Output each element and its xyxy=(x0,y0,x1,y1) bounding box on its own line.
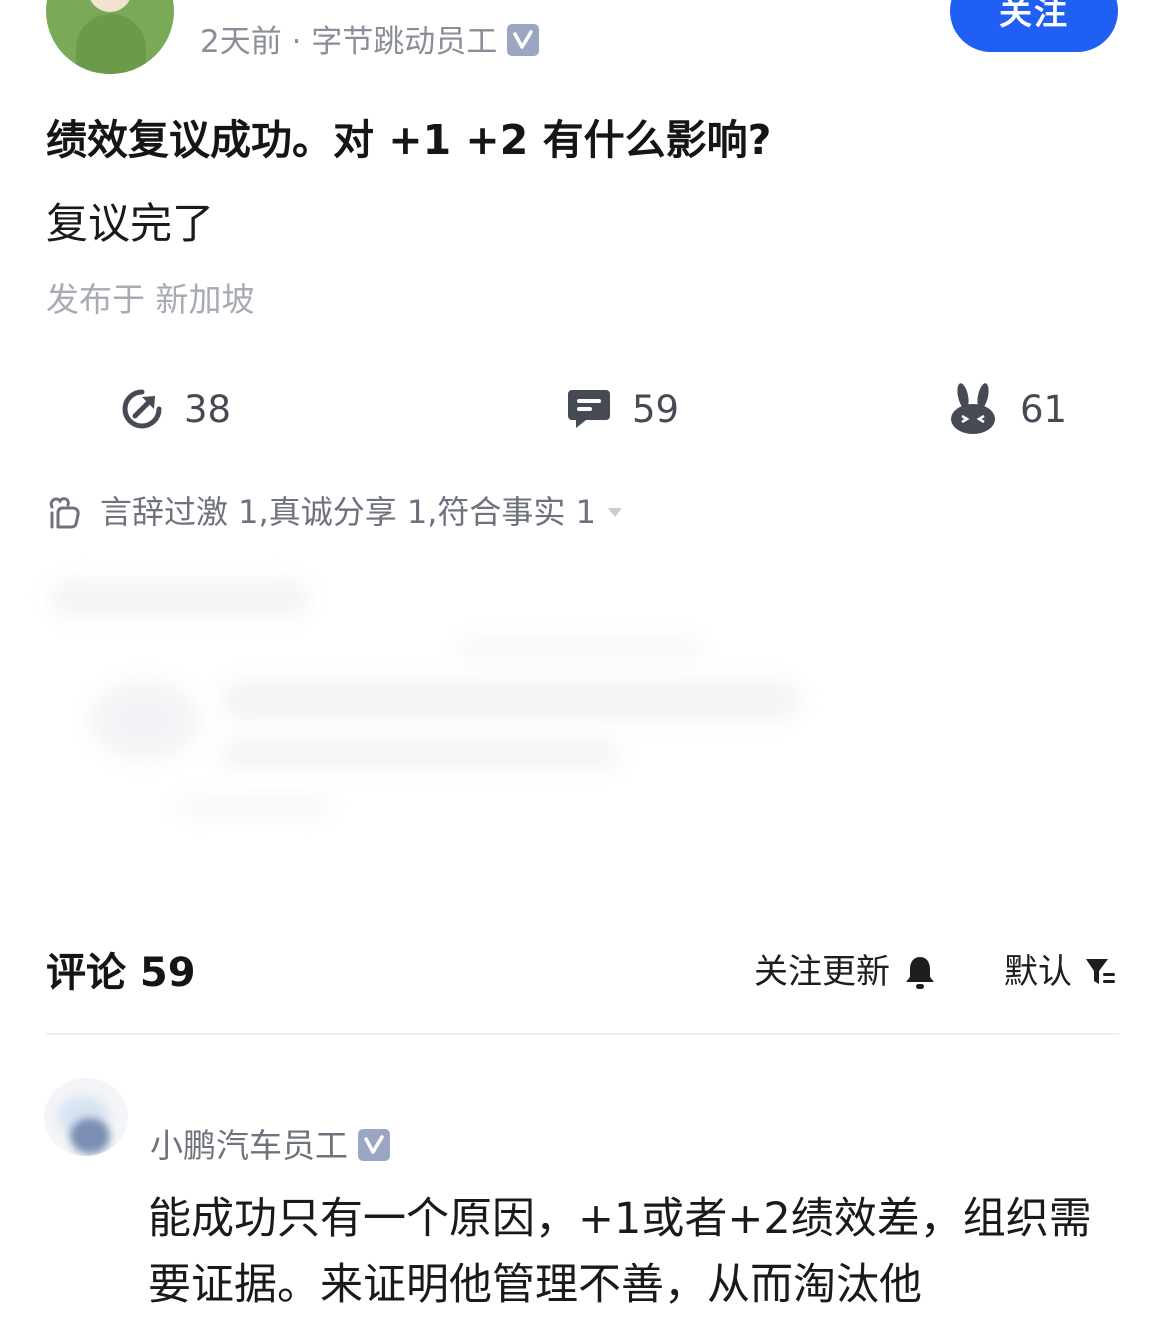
comment-count: 59 xyxy=(632,387,680,431)
reactions-summary[interactable]: 言辞过激 1,真诚分享 1,符合事实 1 xyxy=(46,492,640,532)
avatar-face xyxy=(88,0,132,12)
reactions-text: 言辞过激 1,真诚分享 1,符合事实 1 xyxy=(100,493,596,531)
post-location: 发布于 新加坡 xyxy=(46,280,255,319)
author-meta: 2天前 · 字节跳动员工 xyxy=(200,22,540,62)
blurred-ad-area xyxy=(40,570,1130,900)
post-title: 绩效复议成功。对 +1 +2 有什么影响? xyxy=(46,116,772,164)
bunny-icon xyxy=(951,383,995,434)
reaction-icon xyxy=(49,497,80,529)
share-count: 38 xyxy=(184,387,232,431)
comments-title: 评论 59 xyxy=(46,950,196,996)
like-count: 61 xyxy=(1020,387,1068,431)
share-stat[interactable]: 38 xyxy=(120,384,231,434)
comment-avatar[interactable] xyxy=(44,1078,128,1156)
comment-author: 小鹏汽车员工 xyxy=(150,1124,390,1168)
comment-icon xyxy=(568,390,610,428)
comment-stat[interactable]: 59 xyxy=(566,384,679,434)
comments-divider xyxy=(46,1033,1119,1035)
post-body: 复议完了 xyxy=(46,199,215,248)
follow-updates-label: 关注更新 xyxy=(754,952,890,992)
caret-down-icon xyxy=(607,508,622,517)
bell-icon xyxy=(906,957,934,989)
avatar-shirt xyxy=(76,14,146,74)
sort-label: 默认 xyxy=(1004,952,1072,992)
verified-icon xyxy=(507,24,540,56)
comment-author-name: 小鹏汽车员工 xyxy=(150,1126,348,1165)
like-stat[interactable]: 61 xyxy=(946,383,1068,434)
verified-icon xyxy=(358,1129,390,1161)
sort-button[interactable]: 默认 xyxy=(1004,950,1118,994)
filter-icon xyxy=(1086,959,1115,984)
follow-updates-button[interactable]: 关注更新 xyxy=(754,950,936,994)
avatar-blur-shape xyxy=(70,1118,110,1154)
share-icon xyxy=(122,389,162,429)
follow-button[interactable]: 关注 xyxy=(950,0,1118,52)
comment-text: 能成功只有一个原因，+1或者+2绩效差，组织需要证据。来证明他管理不善，从而淘汰… xyxy=(148,1194,1092,1310)
author-avatar[interactable] xyxy=(46,0,174,74)
author-meta-text: 2天前 · 字节跳动员工 xyxy=(200,24,498,60)
